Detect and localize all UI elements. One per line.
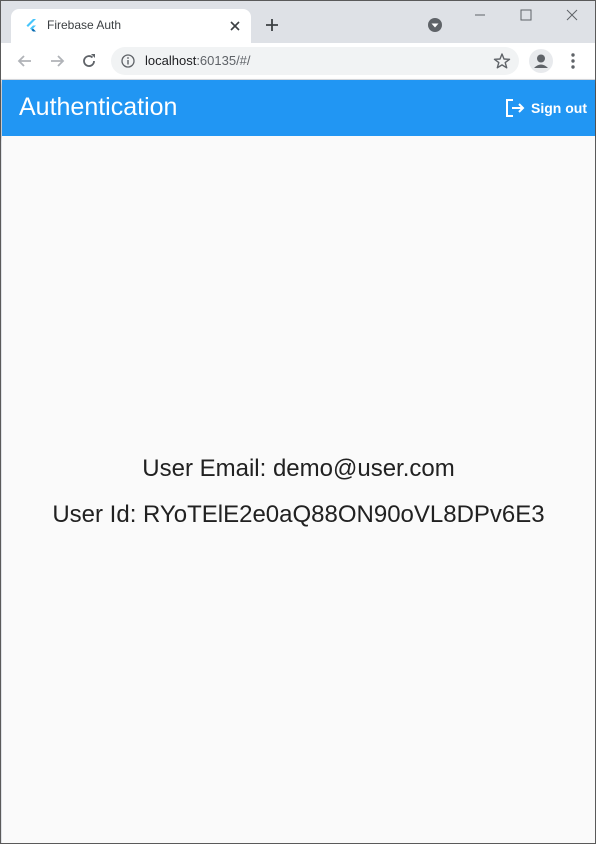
- new-tab-icon[interactable]: [263, 16, 281, 34]
- url-path: :60135/#/: [196, 53, 251, 68]
- close-window-icon[interactable]: [560, 5, 584, 25]
- sign-out-label: Sign out: [531, 100, 587, 116]
- user-info: User Email: demo@user.com User Id: RYoTE…: [2, 446, 595, 538]
- browser-toolbar: localhost:60135/#/: [1, 43, 595, 80]
- page-title: Authentication: [19, 93, 178, 121]
- browser-window: Firebase Auth localhost:60135/#/ Authent…: [0, 0, 596, 844]
- tab-title: Firebase Auth: [47, 18, 122, 32]
- close-tab-icon[interactable]: [227, 18, 243, 34]
- flutter-icon: [26, 19, 36, 32]
- logout-icon: [506, 99, 525, 117]
- browser-menu-icon[interactable]: [563, 51, 583, 71]
- forward-arrow-icon[interactable]: [47, 51, 67, 71]
- tab-firebase-auth[interactable]: Firebase Auth: [11, 9, 251, 43]
- user-email-text: User Email: demo@user.com: [142, 455, 455, 482]
- maximize-icon[interactable]: [514, 5, 538, 25]
- user-id-text: User Id: RYoTElE2e0aQ88ON90oVL8DPv6E3: [52, 501, 545, 528]
- sign-out-button[interactable]: Sign out: [504, 94, 587, 122]
- profile-avatar-icon[interactable]: [529, 49, 553, 73]
- url-host: localhost: [145, 53, 197, 68]
- back-arrow-icon[interactable]: [15, 51, 35, 71]
- app-bar: Authentication Sign out: [2, 80, 595, 136]
- url-text[interactable]: localhost:60135/#/: [145, 53, 251, 68]
- reload-icon[interactable]: [79, 51, 99, 71]
- main-content: User Email: demo@user.com User Id: RYoTE…: [2, 136, 595, 843]
- minimize-icon[interactable]: [468, 5, 492, 25]
- bookmark-star-icon[interactable]: [493, 52, 511, 70]
- tab-strip: Firebase Auth: [1, 1, 595, 43]
- site-info-icon[interactable]: [121, 54, 135, 68]
- tab-search-icon[interactable]: [427, 17, 443, 33]
- address-bar[interactable]: localhost:60135/#/: [111, 47, 519, 75]
